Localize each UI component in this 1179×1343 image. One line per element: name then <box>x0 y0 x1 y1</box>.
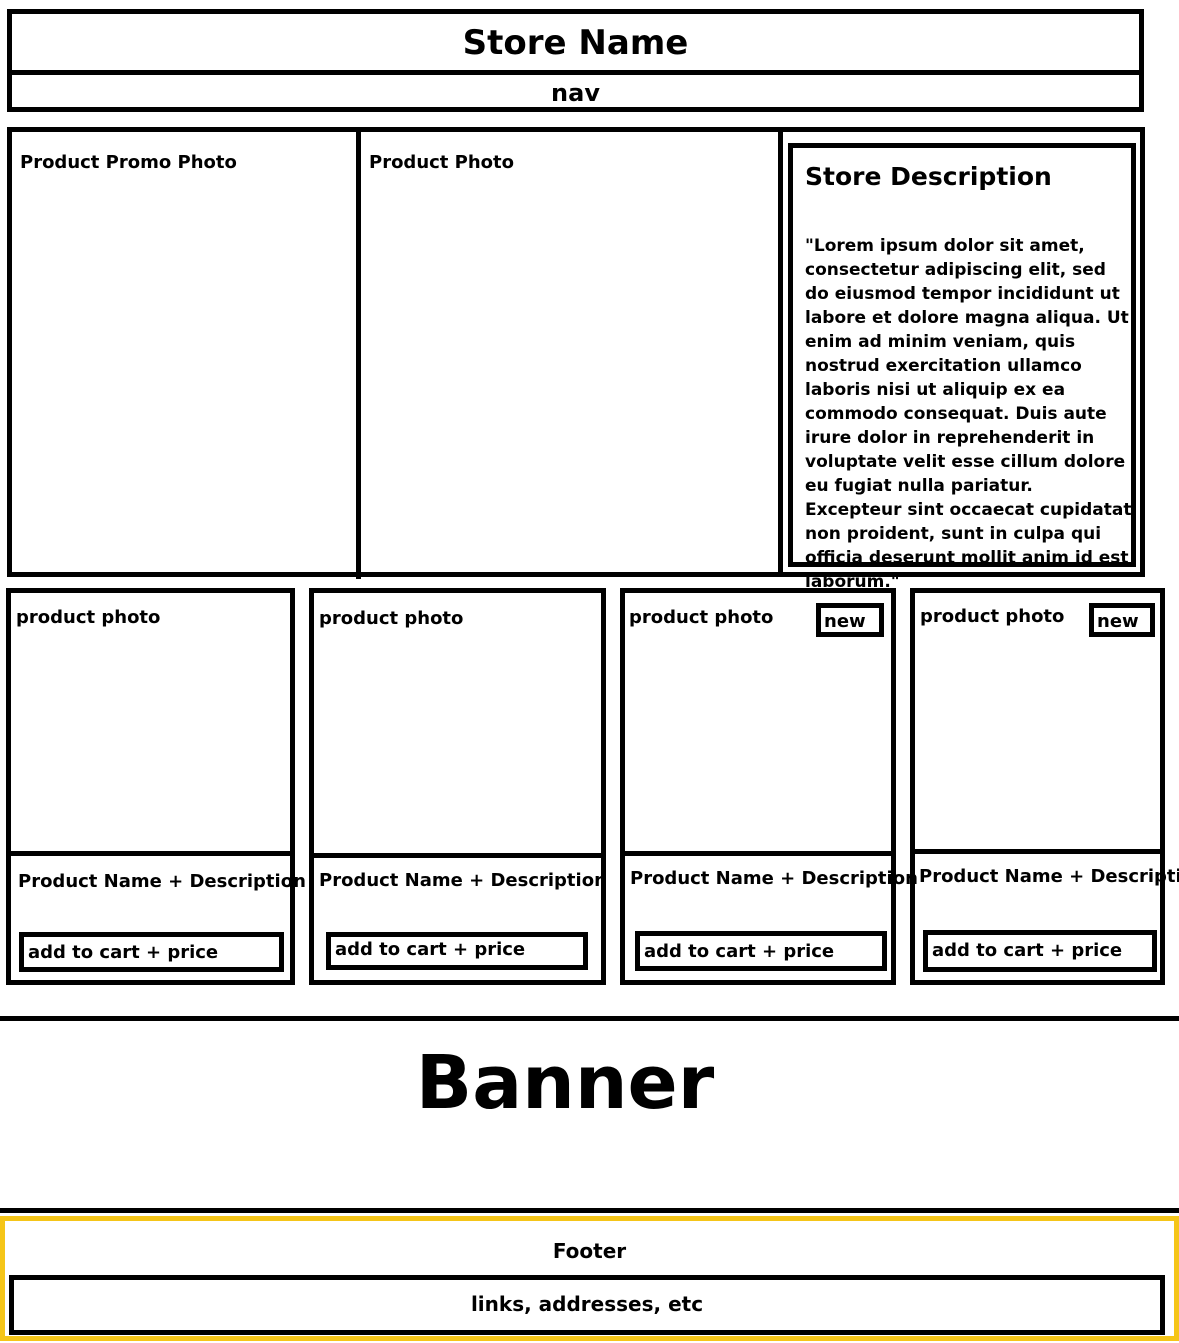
product-photo-label: Product Photo <box>369 152 515 173</box>
product-card[interactable]: product photo new Product Name + Descrip… <box>620 588 918 985</box>
card-divider <box>314 853 601 858</box>
new-badge-label: new <box>824 611 866 632</box>
promo-photo-label: Product Promo Photo <box>20 152 237 173</box>
store-description-box: Store Description "Lorem ipsum dolor sit… <box>788 143 1136 592</box>
add-to-cart-label: add to cart + price <box>644 941 835 962</box>
new-badge: new <box>1089 603 1155 637</box>
banner-label: Banner <box>415 1040 715 1126</box>
nav-label: nav <box>551 79 600 107</box>
nav-bar[interactable]: nav <box>7 70 1144 112</box>
product-name-label: Product Name + Description <box>919 866 1179 887</box>
banner-bottom-rule <box>0 1208 1179 1213</box>
banner-top-rule <box>0 1016 1179 1021</box>
add-to-cart-label: add to cart + price <box>932 940 1123 961</box>
product-photo-label: product photo <box>319 608 464 629</box>
hero-divider-1 <box>356 127 361 579</box>
product-name-label: Product Name + Description <box>630 868 918 889</box>
product-photo-label: product photo <box>920 606 1065 627</box>
store-description-title: Store Description <box>805 162 1052 191</box>
product-card[interactable]: product photo Product Name + Description… <box>309 588 607 985</box>
footer-links-box[interactable]: links, addresses, etc <box>9 1275 1165 1335</box>
footer: Footer links, addresses, etc <box>0 1216 1179 1341</box>
product-photo-label: product photo <box>629 607 774 628</box>
product-name-label: Product Name + Description <box>319 870 607 891</box>
new-badge: new <box>816 603 884 637</box>
footer-label: Footer <box>552 1239 627 1263</box>
add-to-cart-button[interactable]: add to cart + price <box>923 930 1157 972</box>
card-divider <box>11 851 290 856</box>
product-card[interactable]: product photo Product Name + Description… <box>6 588 306 985</box>
new-badge-label: new <box>1097 611 1139 632</box>
store-name: Store Name <box>462 23 689 63</box>
product-name-label: Product Name + Description <box>18 871 306 892</box>
add-to-cart-label: add to cart + price <box>335 939 526 960</box>
add-to-cart-button[interactable]: add to cart + price <box>635 931 887 971</box>
footer-links-label: links, addresses, etc <box>470 1292 704 1316</box>
card-divider <box>625 851 891 856</box>
add-to-cart-label: add to cart + price <box>28 942 219 963</box>
store-description-text: "Lorem ipsum dolor sit amet, consectetur… <box>805 236 1132 592</box>
hero-divider-2 <box>778 127 783 577</box>
store-name-header: Store Name <box>7 9 1144 75</box>
product-photo-label: product photo <box>16 607 161 628</box>
add-to-cart-button[interactable]: add to cart + price <box>326 932 588 970</box>
add-to-cart-button[interactable]: add to cart + price <box>19 932 284 972</box>
product-card[interactable]: product photo new Product Name + Descrip… <box>910 588 1179 985</box>
card-divider <box>915 849 1160 854</box>
